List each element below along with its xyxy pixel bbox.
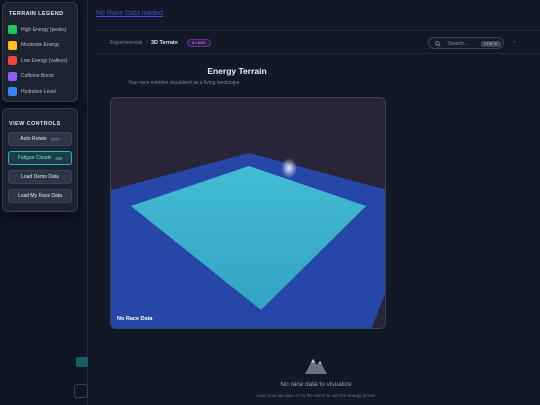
- legend-label: Caffeine Boost: [21, 73, 54, 80]
- legend-swatch: [8, 40, 17, 50]
- search-placeholder: Search...: [448, 41, 469, 47]
- search-shortcut: CTRL+K: [481, 40, 501, 47]
- legend-label: Moderate Energy: [21, 42, 60, 49]
- legend-label: High Energy (peaks): [21, 26, 67, 33]
- page-header: Experimental / 3D Terrain ● LABS Search.…: [96, 30, 540, 54]
- legend-item-moderate-energy: Moderate Energy: [8, 38, 72, 54]
- page-title: Energy Terrain: [207, 66, 267, 76]
- terrain-light-glare: [281, 158, 297, 178]
- status-link[interactable]: No Race Data loaded: [96, 10, 163, 17]
- page-subtitle: Your race nutrition visualized as a livi…: [128, 80, 240, 86]
- auto-rotate-label: Auto Rotate: [20, 136, 47, 142]
- legend-label: Low Energy (valleys): [21, 57, 68, 64]
- terrain-status-label: No Race Data: [117, 316, 153, 322]
- mountain-icon: [305, 359, 327, 374]
- sidebar-active-indicator: [76, 357, 88, 367]
- breadcrumb-parent[interactable]: Experimental: [110, 40, 142, 46]
- breadcrumb-separator: /: [146, 40, 148, 46]
- search-input[interactable]: Search... CTRL+K: [428, 37, 504, 49]
- breadcrumb-current: 3D Terrain: [151, 40, 178, 46]
- terrain-legend-panel: TERRAIN LEGEND High Energy (peaks) Moder…: [2, 2, 78, 102]
- view-controls-panel: VIEW CONTROLS Auto Rotate OFF Fatigue Cl…: [2, 108, 78, 212]
- header-menu-dot[interactable]: •: [513, 40, 515, 46]
- empty-state-title: No race data to visualize: [280, 381, 352, 388]
- sidebar-collapse-button[interactable]: [74, 384, 88, 398]
- auto-rotate-toggle[interactable]: Auto Rotate OFF: [8, 132, 72, 146]
- load-demo-data-button[interactable]: Load Demo Data: [8, 170, 72, 184]
- legend-swatch: [8, 56, 17, 66]
- fatigue-clouds-label: Fatigue Clouds: [17, 155, 52, 161]
- fatigue-clouds-toggle[interactable]: Fatigue Clouds ON: [8, 151, 72, 165]
- terrain-viewport[interactable]: No Race Data: [110, 97, 386, 329]
- legend-swatch: [8, 87, 17, 97]
- terrain-scene: [111, 153, 385, 328]
- legend-item-hydration-level: Hydration Level: [8, 84, 72, 100]
- auto-rotate-state: OFF: [50, 136, 60, 142]
- legend-item-high-energy: High Energy (peaks): [8, 22, 72, 38]
- legend-label: Hydration Level: [21, 88, 56, 95]
- fatigue-clouds-state: ON: [55, 155, 63, 161]
- legend-title: TERRAIN LEGEND: [9, 11, 64, 17]
- controls-title: VIEW CONTROLS: [9, 121, 61, 127]
- load-race-data-button[interactable]: Load My Race Data: [8, 189, 72, 203]
- labs-badge: ● LABS: [187, 39, 211, 47]
- legend-item-caffeine-boost: Caffeine Boost: [8, 69, 72, 85]
- legend-swatch: [8, 25, 17, 35]
- legend-item-low-energy: Low Energy (valleys): [8, 53, 72, 69]
- search-icon: [435, 40, 441, 47]
- empty-state-subtitle: Load your lap data or try the demo to se…: [256, 393, 376, 398]
- legend-swatch: [8, 71, 17, 81]
